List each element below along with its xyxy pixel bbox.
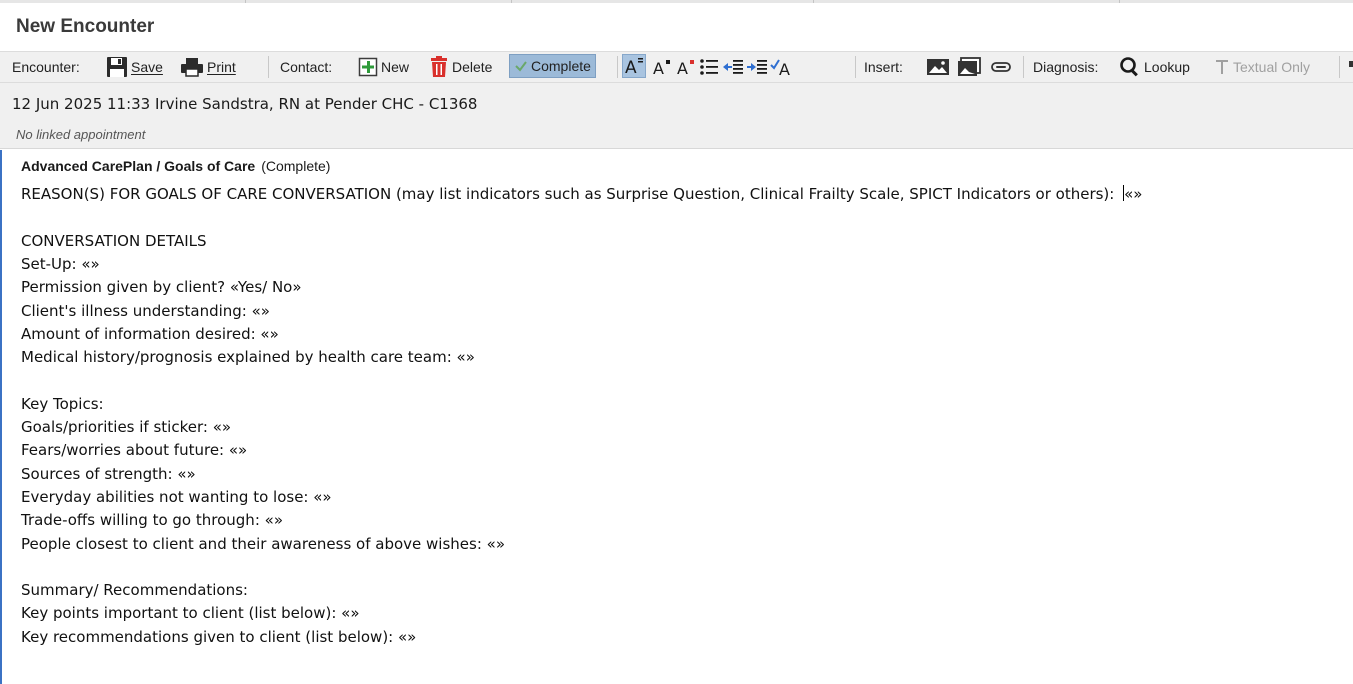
encounter-info-bar: 12 Jun 2025 11:33 Irvine Sandstra, RN at… (0, 83, 1353, 121)
bullet-list-button[interactable] (699, 52, 719, 82)
diagnosis-label: Diagnosis: (1033, 59, 1099, 75)
note-line: Permission given by client? «Yes/ No» (21, 278, 302, 297)
appointment-bar: No linked appointment (0, 121, 1353, 149)
toolbar-separator (1339, 56, 1340, 78)
indent-icon (746, 58, 768, 76)
delete-label: Delete (452, 59, 493, 75)
text-caret (1123, 185, 1125, 201)
note-line: CONVERSATION DETAILS (21, 231, 207, 250)
outdent-icon (722, 58, 744, 76)
toolbar-separator (1023, 56, 1024, 78)
editor-focus-bar (0, 150, 2, 684)
contact-label: Contact: (280, 59, 333, 75)
bullet-list-icon (699, 58, 719, 76)
window-title: New Encounter (16, 16, 155, 37)
save-button[interactable]: Save (106, 52, 163, 82)
toolbar-separator (268, 56, 269, 78)
lookup-button[interactable]: Lookup (1119, 52, 1190, 82)
attachment-icon (990, 59, 1012, 75)
svg-text:A: A (625, 58, 637, 76)
print-label: Print (207, 59, 236, 75)
check-icon (514, 59, 528, 73)
note-line: Summary/ Recommendations: (21, 581, 248, 600)
note-status: (Complete) (261, 158, 331, 174)
new-label: New (381, 59, 410, 75)
trash-icon (429, 56, 449, 78)
save-label: Save (131, 59, 163, 75)
spellcheck-icon: A (770, 57, 794, 77)
encounter-info: 12 Jun 2025 11:33 Irvine Sandstra, RN at… (12, 95, 478, 113)
indent-button[interactable] (746, 52, 768, 82)
textual-only-label: Textual Only (1233, 59, 1311, 75)
note-line: Key recommendations given to client (lis… (21, 627, 417, 646)
insert-label: Insert: (864, 59, 903, 75)
note-line: Amount of information desired: «» (21, 324, 279, 343)
textual-only-button[interactable]: Textual Only (1214, 52, 1310, 82)
lookup-label: Lookup (1144, 59, 1190, 75)
note-line: Trade-offs willing to go through: «» (21, 511, 283, 530)
note-line: Medical history/prognosis explained by h… (21, 348, 475, 367)
note-line: REASON(S) FOR GOALS OF CARE CONVERSATION… (21, 185, 1143, 203)
superscript-icon: A (652, 57, 672, 77)
outdent-button[interactable] (722, 52, 744, 82)
superscript-button[interactable]: A (652, 52, 672, 82)
search-icon (1119, 56, 1141, 78)
window-tab-strip (0, 0, 1353, 3)
complete-label: Complete (531, 58, 591, 74)
toolbar-separator (617, 56, 618, 78)
insert-attachment-button[interactable] (990, 52, 1012, 82)
note-line: Goals/priorities if sticker: «» (21, 418, 232, 436)
new-contact-button[interactable]: New (358, 52, 409, 82)
linked-appointment: No linked appointment (16, 127, 146, 142)
note-line: Fears/worries about future: «» (21, 441, 248, 460)
image-icon (926, 57, 950, 77)
spellcheck-button[interactable]: A (770, 52, 794, 82)
note-line: Set-Up: «» (21, 254, 100, 273)
note-line: Key Topics: (21, 394, 104, 413)
subscript-icon: A (676, 57, 696, 77)
complete-button[interactable]: Complete (509, 54, 596, 78)
subscript-button[interactable]: A (676, 52, 696, 82)
svg-text:A: A (779, 60, 790, 77)
note-line: Sources of strength: «» (21, 464, 196, 483)
note-line: People closest to client and their aware… (21, 534, 506, 553)
toolbar-separator (855, 56, 856, 78)
note-header: Advanced CarePlan / Goals of Care (Comple… (21, 158, 330, 174)
svg-text:A: A (653, 59, 664, 77)
save-icon (106, 56, 128, 78)
svg-text:A: A (677, 59, 688, 77)
font-size-icon: A (624, 56, 644, 76)
encounter-label: Encounter: (12, 59, 80, 75)
insert-image-button[interactable] (926, 52, 950, 82)
toolbar: Encounter: Save Print Contact: New Delet… (0, 51, 1353, 83)
note-line: Client's illness understanding: «» (21, 301, 270, 320)
font-size-button[interactable]: A (622, 54, 646, 78)
delete-contact-button[interactable]: Delete (429, 52, 492, 82)
note-line: Key points important to client (list bel… (21, 604, 360, 623)
gallery-icon (957, 57, 981, 77)
note-title: Advanced CarePlan / Goals of Care (21, 158, 256, 174)
print-icon (180, 57, 204, 77)
note-line: Everyday abilities not wanting to lose: … (21, 487, 332, 506)
add-icon (358, 57, 378, 77)
text-icon (1214, 58, 1230, 76)
print-button[interactable]: Print (180, 52, 236, 82)
toolbar-overflow-icon[interactable] (1346, 52, 1353, 82)
insert-gallery-button[interactable] (957, 52, 981, 82)
